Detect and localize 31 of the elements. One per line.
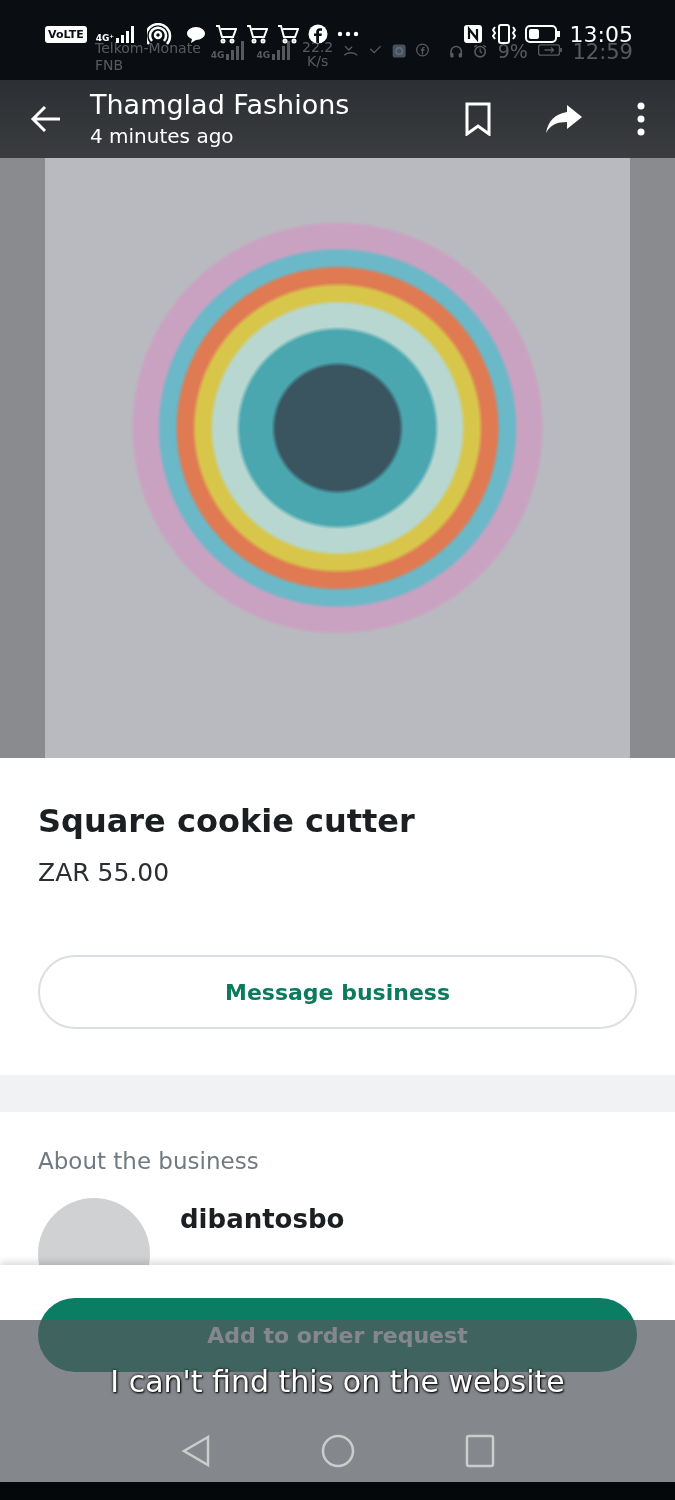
carrier-name: FNB [95,57,125,74]
network-label: 4G [256,51,271,60]
more-icon [337,31,360,37]
nfc-icon [462,24,483,44]
business-title: Thamglad Fashions [90,88,351,122]
facebook-icon [308,24,329,44]
carrier-name: Telkom-Monate [95,40,201,57]
network-label: 4G [210,51,225,60]
bookmark-icon[interactable] [465,102,491,136]
message-business-button[interactable]: Message business [38,955,637,1029]
volte-badge: VoLTE [45,25,87,43]
signal-icon [272,40,293,60]
share-icon[interactable] [545,104,583,134]
network-speed: 22.2 K/s [302,40,334,68]
product-price: ZAR 55.00 [38,858,171,887]
battery-percent: 9% [497,40,528,62]
subtitle-caption: I can't find this on the website [110,1364,565,1399]
chat-icon [186,25,207,43]
signal-icon [226,40,247,60]
cart-icon [277,24,300,44]
back-arrow-icon[interactable] [30,105,62,133]
more-options-icon[interactable] [637,102,645,136]
cart-icon [215,24,238,44]
cart-icon [246,24,269,44]
battery-icon [524,24,561,44]
post-time: 4 minutes ago [90,123,235,150]
network-label: 4G⁺ [95,34,115,43]
section-heading: About the business [38,1148,260,1174]
vibrate-icon [491,24,516,44]
product-name: Square cookie cutter [38,802,416,840]
business-name[interactable]: dibantosbo [180,1204,345,1234]
